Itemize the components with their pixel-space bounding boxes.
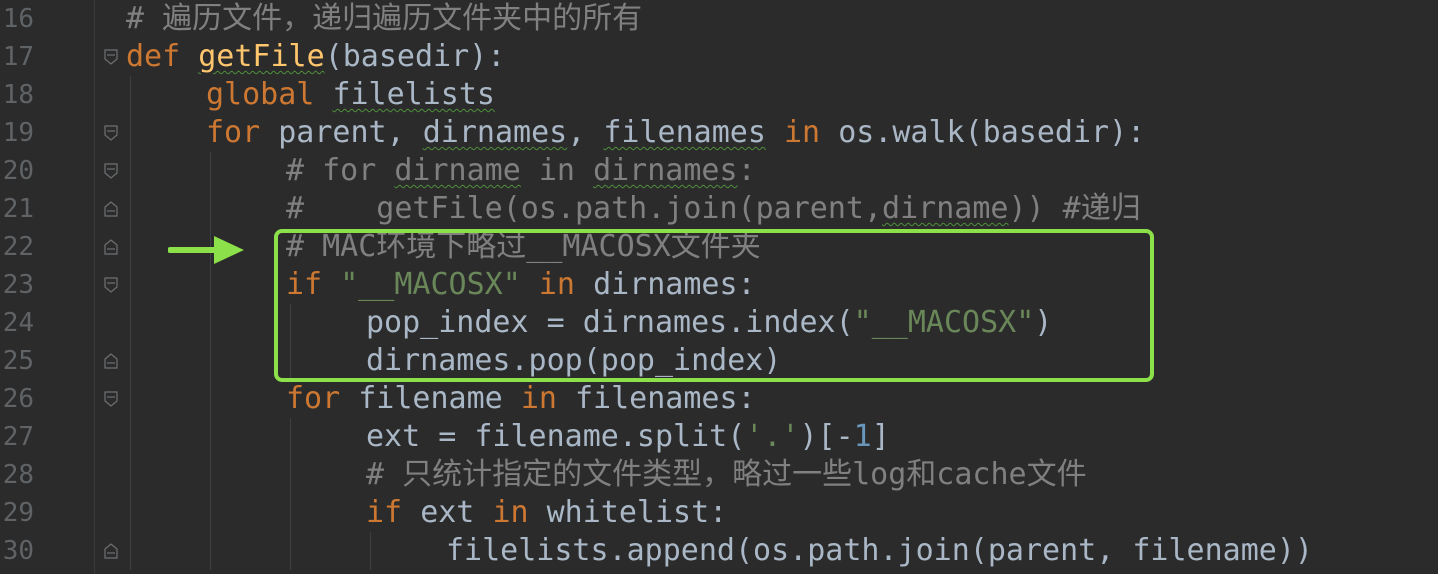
code-token: ext = filename.split( <box>366 419 746 454</box>
code-token: in <box>520 381 575 416</box>
code-token: def <box>126 39 199 74</box>
line-number: 21 <box>2 194 34 224</box>
line-number: 27 <box>2 422 34 452</box>
code-token: filename <box>358 381 521 416</box>
fold-collapse-icon[interactable] <box>104 125 118 141</box>
code-token: 1 <box>853 419 872 454</box>
code-token: os.walk(basedir): <box>838 115 1146 150</box>
fold-end-icon[interactable] <box>104 543 118 559</box>
code-token: , <box>567 115 604 150</box>
fold-collapse-icon[interactable] <box>104 49 118 65</box>
highlight-box <box>274 229 1154 382</box>
line-number: 18 <box>2 80 34 110</box>
code-token: whitelist: <box>546 495 728 530</box>
code-token: filelists.append(os.path.join(parent, fi… <box>446 533 1313 568</box>
line-number: 28 <box>2 460 34 490</box>
line-number: 16 <box>2 4 34 34</box>
line-number: 26 <box>2 384 34 414</box>
line-number: 25 <box>2 346 34 376</box>
indent-guide <box>370 532 371 570</box>
code-line[interactable]: global filelists <box>206 76 495 114</box>
code-token: (basedir): <box>324 39 506 74</box>
code-token: dirname <box>394 153 521 188</box>
code-line[interactable]: if ext in whitelist: <box>366 494 727 532</box>
code-token: filenames: <box>575 381 756 416</box>
code-token: ] <box>871 419 890 454</box>
code-token: in <box>520 153 594 188</box>
code-token: # 只统计指定的文件类型，略过一些log和cache文件 <box>366 457 1087 492</box>
line-number: 20 <box>2 156 34 186</box>
indent-guide <box>210 152 211 570</box>
code-token: for <box>286 381 359 416</box>
code-token: : <box>737 153 756 188</box>
code-token: in <box>765 115 839 150</box>
fold-end-icon[interactable] <box>104 353 118 369</box>
code-line[interactable]: def getFile(basedir): <box>126 38 505 76</box>
code-line[interactable]: ext = filename.split('.')[-1] <box>366 418 890 456</box>
fold-collapse-icon[interactable] <box>104 391 118 407</box>
code-token: getFile <box>198 39 325 74</box>
line-number: 19 <box>2 118 34 148</box>
code-line[interactable]: # getFile(os.path.join(parent,dirname)) … <box>286 190 1141 228</box>
code-token: # 遍历文件，递归遍历文件夹中的所有 <box>126 1 643 36</box>
code-token: parent, <box>278 115 423 150</box>
fold-end-icon[interactable] <box>104 201 118 217</box>
code-editor[interactable]: 16 17 18 19 20 21 22 23 24 25 26 27 28 29 30 # 遍历文件，递归… <box>0 0 1438 574</box>
code-token: in <box>492 495 547 530</box>
gutter-separator <box>94 0 95 574</box>
line-number: 22 <box>2 232 34 262</box>
code-token: dirname <box>882 191 1009 226</box>
code-token: dirnames <box>422 115 568 150</box>
fold-collapse-icon[interactable] <box>104 277 118 293</box>
code-token: filenames <box>603 115 766 150</box>
indent-guide <box>290 418 291 570</box>
line-number: 30 <box>2 536 34 566</box>
code-token: '.' <box>745 419 800 454</box>
line-number: 23 <box>2 270 34 300</box>
code-token: )[- <box>799 419 854 454</box>
code-line[interactable]: # for dirname in dirnames: <box>286 152 756 190</box>
code-line[interactable]: filelists.append(os.path.join(parent, fi… <box>446 532 1313 570</box>
code-token: dirnames <box>593 153 738 188</box>
code-line[interactable]: for filename in filenames: <box>286 380 756 418</box>
fold-end-icon[interactable] <box>104 239 118 255</box>
code-token: filelists <box>332 77 495 112</box>
code-token: # for <box>286 153 395 188</box>
code-token: global <box>206 77 333 112</box>
code-token: )) #递归 <box>1008 191 1141 226</box>
line-number: 17 <box>2 42 34 72</box>
fold-collapse-icon[interactable] <box>104 163 118 179</box>
code-line[interactable]: # 只统计指定的文件类型，略过一些log和cache文件 <box>366 456 1087 494</box>
indent-guide <box>130 76 131 570</box>
right-arrow-icon <box>167 234 246 270</box>
code-line[interactable]: for parent, dirnames, filenames in os.wa… <box>206 114 1145 152</box>
code-line[interactable]: # 遍历文件，递归遍历文件夹中的所有 <box>126 0 642 38</box>
code-token: ext <box>420 495 493 530</box>
code-token: # getFile(os.path.join(parent, <box>286 191 883 226</box>
code-token: for <box>206 115 279 150</box>
line-number: 24 <box>2 308 34 338</box>
line-number: 29 <box>2 498 34 528</box>
code-token: if <box>366 495 421 530</box>
